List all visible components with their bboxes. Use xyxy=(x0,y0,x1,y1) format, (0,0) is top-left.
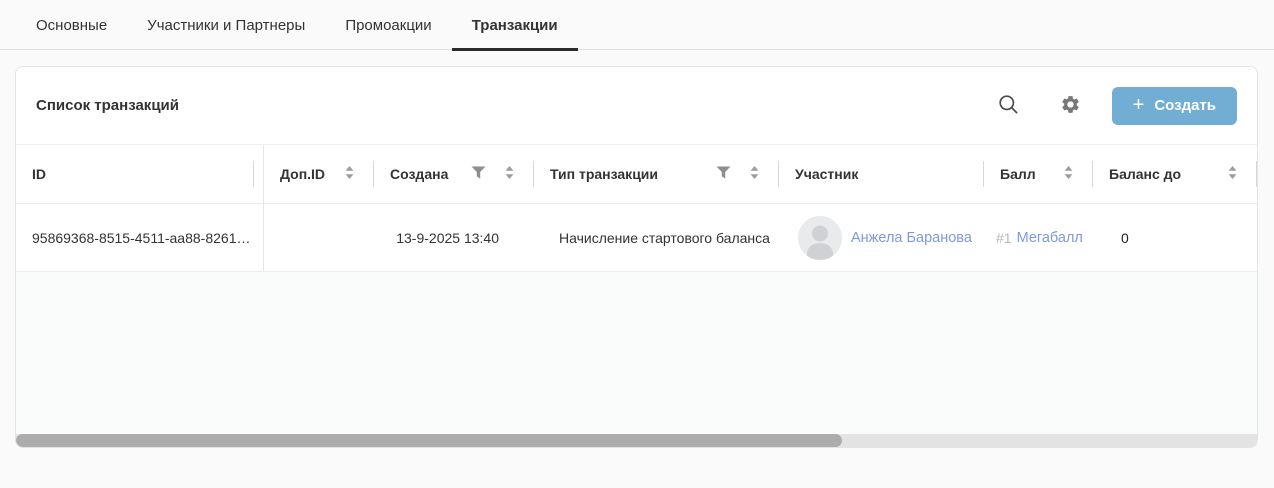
tab-transactions[interactable]: Транзакции xyxy=(452,0,578,51)
tab-promos[interactable]: Промоакции xyxy=(325,0,451,51)
cell-created: 13-9-2025 13:40 xyxy=(374,204,534,271)
score-rank: #1 xyxy=(996,230,1012,246)
horizontal-scrollbar-track[interactable] xyxy=(16,434,1257,447)
sort-icon[interactable] xyxy=(505,166,514,182)
sort-icon[interactable] xyxy=(750,166,759,182)
settings-button[interactable] xyxy=(1060,94,1081,118)
column-label: Балл xyxy=(1000,166,1036,182)
column-header-score[interactable]: Балл xyxy=(984,145,1093,203)
cell-balance-before: 0 xyxy=(1093,204,1129,271)
avatar xyxy=(798,216,842,260)
create-button-label: Создать xyxy=(1154,97,1216,114)
cell-extra-id xyxy=(264,204,374,271)
column-label: Тип транзакции xyxy=(550,166,658,182)
transactions-panel: Список транзакций + Созда xyxy=(15,66,1258,448)
horizontal-scrollbar-thumb[interactable] xyxy=(16,434,842,447)
column-header-extra-id[interactable]: Доп.ID xyxy=(264,145,374,203)
column-header-id: ID xyxy=(16,145,264,203)
plus-icon: + xyxy=(1133,95,1145,115)
column-header-transaction-type[interactable]: Тип транзакции xyxy=(534,145,779,203)
search-button[interactable] xyxy=(998,94,1019,118)
cell-id: 95869368-8515-4511-aa88-8261… xyxy=(16,204,264,271)
cell-score: #1 Мегабалл xyxy=(984,204,1093,271)
column-header-created[interactable]: Создана xyxy=(374,145,534,203)
participant-link[interactable]: Анжела Баранова xyxy=(851,230,972,246)
sort-icon[interactable] xyxy=(345,166,354,182)
panel-actions: + Создать xyxy=(998,87,1237,125)
column-header-participant: Участник xyxy=(779,145,984,203)
column-label: Создана xyxy=(390,166,448,182)
column-label: Доп.ID xyxy=(280,166,325,182)
panel-header: Список транзакций + Созда xyxy=(16,67,1257,145)
tab-bar: Основные Участники и Партнеры Промоакции… xyxy=(0,0,1274,50)
cell-participant: Анжела Баранова xyxy=(779,204,984,271)
column-label: Участник xyxy=(795,166,858,182)
filter-icon[interactable] xyxy=(471,166,486,182)
sort-icon[interactable] xyxy=(1228,166,1237,182)
create-button[interactable]: + Создать xyxy=(1112,87,1237,125)
cell-transaction-type: Начисление стартового баланса xyxy=(534,204,779,271)
gear-icon xyxy=(1060,94,1081,118)
search-icon xyxy=(998,94,1019,118)
table-row[interactable]: 95869368-8515-4511-aa88-8261… 13-9-2025 … xyxy=(16,204,1257,272)
column-label: Баланс до xyxy=(1109,166,1181,182)
column-header-balance-before[interactable]: Баланс до xyxy=(1093,145,1257,203)
tab-participants-partners[interactable]: Участники и Партнеры xyxy=(127,0,325,51)
tab-main[interactable]: Основные xyxy=(16,0,127,51)
column-label: ID xyxy=(32,166,46,182)
score-currency-link[interactable]: Мегабалл xyxy=(1017,230,1083,246)
table-header: ID Доп.ID Создана xyxy=(16,145,1257,204)
filter-icon[interactable] xyxy=(716,166,731,182)
sort-icon[interactable] xyxy=(1064,166,1073,182)
page-title: Список транзакций xyxy=(36,97,179,114)
